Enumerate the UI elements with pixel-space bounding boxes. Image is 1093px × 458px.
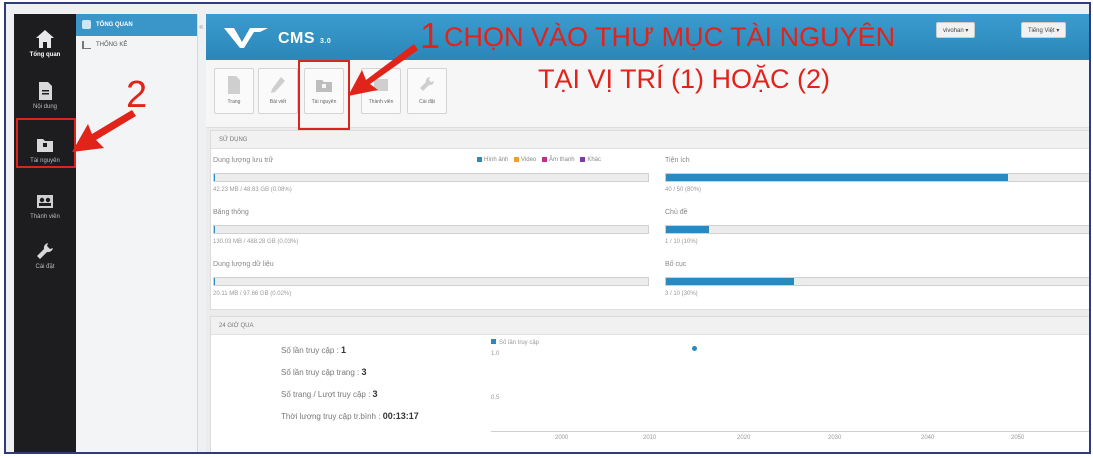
database-value: 20.11 MB / 97.66 GB (0.02%) bbox=[213, 291, 292, 297]
rail-item-label: Nội dung bbox=[32, 104, 58, 110]
pageviews-stat: Số lần truy cập trang : 3 bbox=[281, 367, 367, 377]
stat-label: Thời lượng truy cập tr.bình : bbox=[281, 412, 381, 421]
database-label: Dung lượng dữ liệu bbox=[213, 261, 274, 268]
stat-value: 3 bbox=[372, 389, 378, 399]
storage-value: 42.23 MB / 48.83 GB (0.08%) bbox=[213, 187, 292, 193]
step-1-instruction-line-1: CHỌN VÀO THƯ MỤC TÀI NGUYÊN bbox=[444, 22, 896, 52]
y-tick: 0.5 bbox=[491, 395, 500, 401]
step-2-number: 2 bbox=[126, 74, 148, 116]
user-dropdown[interactable]: vivohan ▾ bbox=[936, 22, 976, 38]
chart-legend-label: Số lần truy cập bbox=[499, 340, 540, 346]
users-icon bbox=[37, 195, 53, 208]
themes-bar-fill bbox=[666, 226, 709, 233]
language-dropdown[interactable]: Tiếng Việt ▾ bbox=[1021, 22, 1067, 38]
legend-swatch-audio bbox=[541, 157, 547, 162]
sidebar-item-statistics[interactable]: THỐNG KÊ bbox=[76, 36, 197, 54]
statistics-icon bbox=[82, 41, 91, 49]
chart-x-axis bbox=[491, 431, 1089, 432]
home-icon bbox=[36, 30, 54, 48]
sidebar-header-label: TỔNG QUAN bbox=[96, 22, 133, 28]
screenshot-frame: Tổng quan Nội dung Tài nguyên Thành viên… bbox=[4, 2, 1091, 454]
legend-swatch-images bbox=[477, 157, 482, 162]
rail-item-label: Cài đặt bbox=[35, 264, 55, 270]
storage-label: Dung lượng lưu trữ bbox=[213, 157, 274, 164]
document-icon bbox=[39, 82, 52, 100]
stat-value: 3 bbox=[361, 367, 367, 377]
legend-swatch-video bbox=[514, 157, 520, 162]
x-tick: 2030 bbox=[828, 435, 842, 441]
legend-label: Khác bbox=[587, 157, 601, 164]
layouts-bar bbox=[665, 277, 1089, 286]
usage-panel-title: SỬ DỤNG bbox=[211, 131, 1089, 149]
visits-stat: Số lần truy cập : 1 bbox=[281, 345, 346, 355]
rail-item-label: Thành viên bbox=[30, 214, 60, 220]
visits-chart-legend: Số lần truy cập bbox=[491, 339, 539, 346]
page-icon bbox=[228, 76, 240, 94]
widgets-label: Tiện ích bbox=[665, 157, 690, 164]
layouts-value: 3 / 10 (30%) bbox=[665, 291, 698, 297]
last-24h-title: 24 GIỜ QUA bbox=[211, 317, 1089, 335]
bandwidth-value: 130.03 MB / 488.28 GB (0.03%) bbox=[213, 239, 299, 245]
y-tick: 1.0 bbox=[491, 351, 500, 357]
cms-logo[interactable]: CMS 3.0 bbox=[224, 20, 354, 54]
collapse-sidebar-icon[interactable]: « bbox=[199, 22, 203, 31]
stat-label: Số lần truy cập : bbox=[281, 346, 339, 355]
bandwidth-bar bbox=[213, 225, 649, 234]
last-24h-panel: 24 GIỜ QUA Số lần truy cập : 1 Số lần tr… bbox=[210, 316, 1089, 452]
sidebar-item-label: THỐNG KÊ bbox=[96, 42, 128, 48]
rail-item-settings[interactable]: Cài đặt bbox=[14, 240, 76, 270]
widgets-bar-fill bbox=[666, 174, 1009, 181]
toolbar-item-label: Bài viết bbox=[269, 99, 287, 105]
bandwidth-label: Băng thông bbox=[213, 209, 249, 216]
x-tick: 2010 bbox=[643, 435, 657, 441]
themes-label: Chủ đề bbox=[665, 209, 688, 216]
toolbar-page-button[interactable]: Trang bbox=[214, 68, 254, 114]
sidebar-item-overview[interactable]: TỔNG QUAN bbox=[76, 14, 197, 36]
rail-item-members[interactable]: Thành viên bbox=[14, 190, 76, 220]
storage-bar bbox=[213, 173, 649, 182]
avg-duration-stat: Thời lượng truy cập tr.bình : 00:13:17 bbox=[281, 411, 419, 421]
widgets-bar bbox=[665, 173, 1089, 182]
arrow-1-icon bbox=[348, 44, 418, 96]
x-tick: 2050 bbox=[1011, 435, 1025, 441]
stat-label: Số trang / Lượt truy cập : bbox=[281, 390, 371, 399]
themes-value: 1 / 10 (10%) bbox=[665, 239, 698, 245]
stat-value: 1 bbox=[341, 345, 347, 355]
rail-item-overview[interactable]: Tổng quan bbox=[14, 28, 76, 58]
left-icon-rail: Tổng quan Nội dung Tài nguyên Thành viên… bbox=[14, 14, 76, 452]
pencil-icon bbox=[271, 77, 285, 93]
legend-label: Hình ảnh bbox=[484, 157, 509, 164]
pages-per-visit-stat: Số trang / Lượt truy cập : 3 bbox=[281, 389, 378, 399]
stat-value: 00:13:17 bbox=[382, 411, 419, 421]
layouts-label: Bố cục bbox=[665, 261, 687, 268]
usage-panel: SỬ DỤNG Hình ảnh Video Âm thanh Khác Dun… bbox=[210, 130, 1089, 310]
legend-label: Âm thanh bbox=[548, 157, 575, 164]
wrench-icon bbox=[37, 243, 53, 259]
logo-text: CMS 3.0 bbox=[278, 30, 332, 47]
widgets-value: 40 / 50 (80%) bbox=[665, 187, 702, 193]
usage-legend: Hình ảnh Video Âm thanh Khác bbox=[473, 157, 601, 163]
vnvn-logo-mark bbox=[224, 28, 268, 48]
rail-item-label: Tổng quan bbox=[29, 52, 61, 58]
legend-swatch bbox=[491, 339, 496, 344]
step-1-instruction-line-2: TẠI VỊ TRÍ (1) HOẶC (2) bbox=[538, 64, 831, 94]
x-tick: 2020 bbox=[737, 435, 751, 441]
highlight-box-toolbar-resources bbox=[298, 60, 350, 130]
overview-icon bbox=[82, 20, 91, 29]
themes-bar bbox=[665, 225, 1089, 234]
x-tick: 2040 bbox=[921, 435, 935, 441]
layouts-bar-fill bbox=[666, 278, 795, 285]
legend-swatch-other bbox=[580, 157, 586, 162]
toolbar-item-label: Trang bbox=[227, 99, 241, 105]
highlight-box-rail-resources bbox=[16, 118, 76, 168]
database-bar bbox=[213, 277, 649, 286]
rail-item-content[interactable]: Nội dung bbox=[14, 80, 76, 110]
legend-label: Video bbox=[521, 157, 537, 164]
chart-data-point bbox=[692, 346, 697, 351]
toolbar-posts-button[interactable]: Bài viết bbox=[258, 68, 298, 114]
stat-label: Số lần truy cập trang : bbox=[281, 368, 360, 377]
step-1-number: 1 bbox=[420, 15, 441, 56]
x-tick: 2000 bbox=[555, 435, 569, 441]
